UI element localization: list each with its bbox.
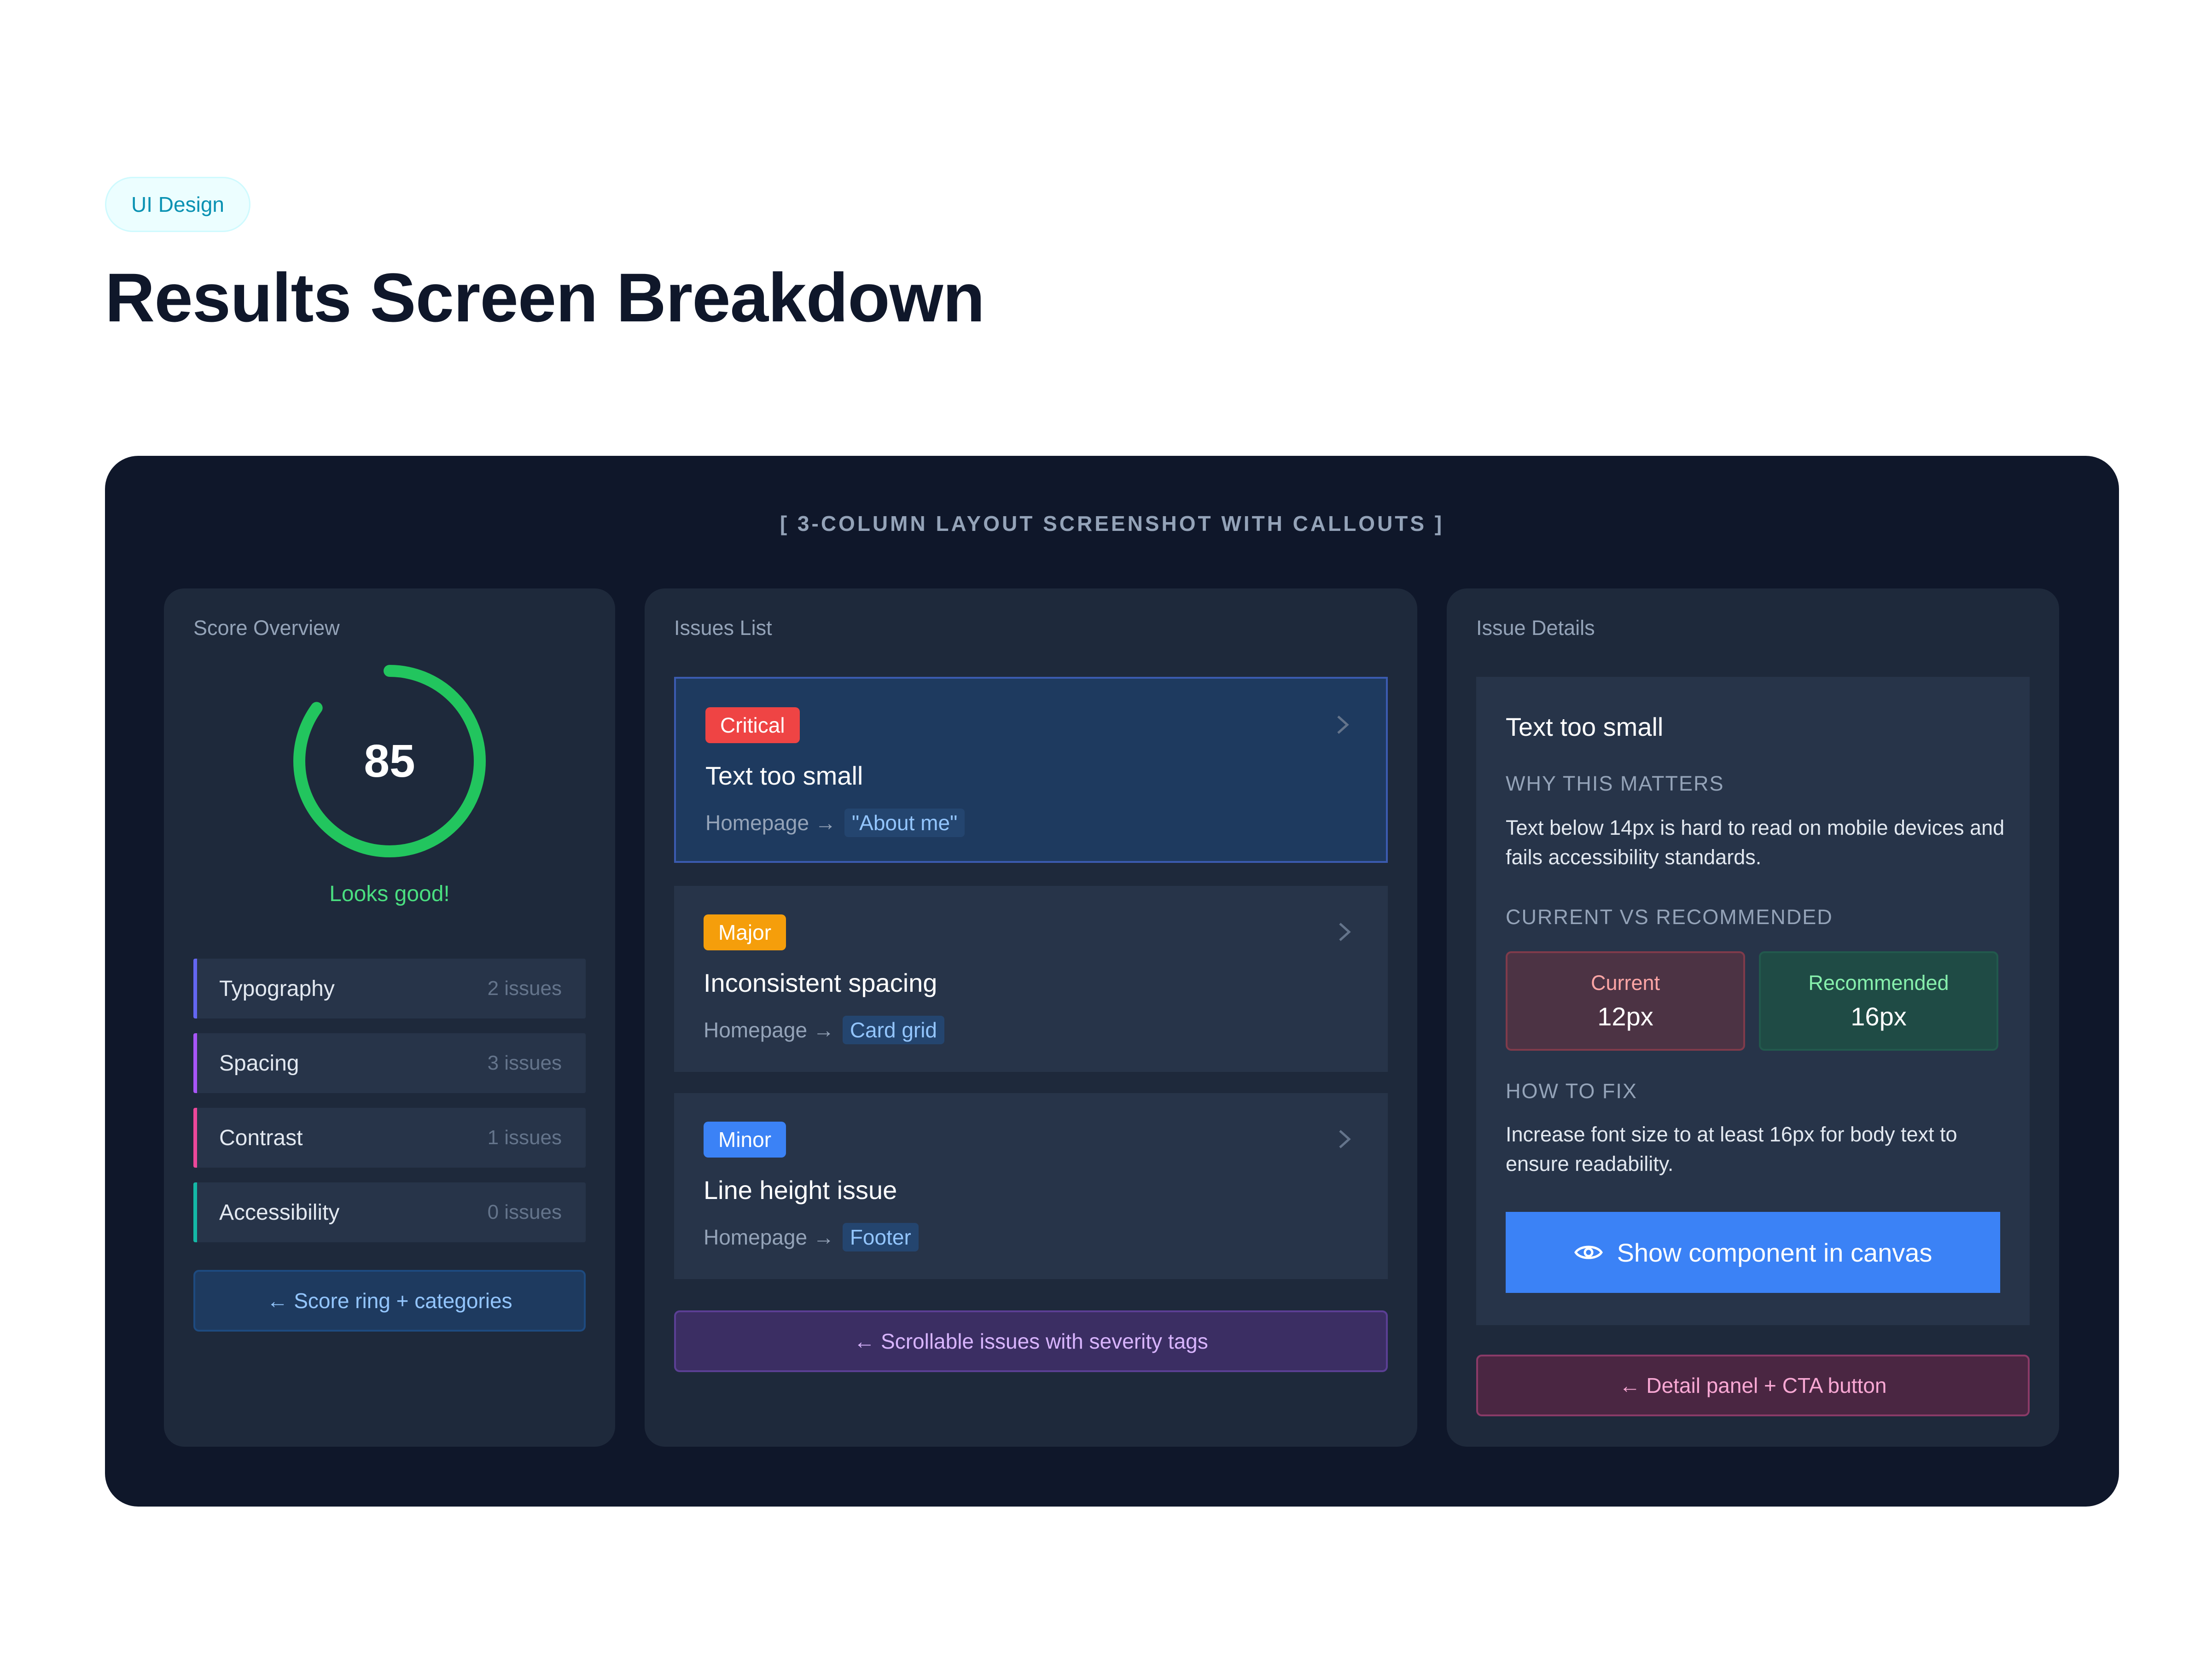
why-text: Text below 14px is hard to read on mobil… bbox=[1506, 816, 2005, 869]
recommended-value-box: Recommended 16px bbox=[1759, 951, 1998, 1051]
category-color-bar bbox=[193, 1033, 197, 1093]
issue-page: Homepage → bbox=[704, 1225, 834, 1249]
category-color-bar bbox=[193, 1182, 197, 1242]
issue-location: Homepage → "About me" bbox=[705, 809, 965, 837]
page-title: Results Screen Breakdown bbox=[105, 259, 985, 336]
current-value-box: Current 12px bbox=[1506, 951, 1745, 1051]
show-component-button[interactable]: Show component in canvas bbox=[1506, 1212, 2000, 1293]
recommended-value: 16px bbox=[1851, 1001, 1907, 1031]
score-status: Looks good! bbox=[329, 882, 450, 906]
compare-heading: CURRENT VS RECOMMENDED bbox=[1506, 905, 1833, 929]
category-count: 0 issues bbox=[487, 1201, 562, 1223]
issue-page: Homepage → bbox=[704, 1018, 834, 1042]
issue-location: Homepage → Card grid bbox=[704, 1016, 945, 1044]
category-tag: UI Design bbox=[105, 177, 250, 232]
severity-badge: Critical bbox=[705, 707, 800, 743]
score-value: 85 bbox=[364, 735, 415, 787]
frame-caption: [ 3-COLUMN LAYOUT SCREENSHOT WITH CALLOU… bbox=[780, 512, 1444, 535]
category-count: 3 issues bbox=[487, 1052, 562, 1074]
category-count: 1 issues bbox=[487, 1126, 562, 1149]
category-name: Spacing bbox=[219, 1051, 299, 1076]
issue-page: Homepage → bbox=[705, 811, 836, 835]
chevron-right-icon bbox=[1337, 716, 1349, 734]
category-row-spacing[interactable]: Spacing 3 issues bbox=[193, 1033, 586, 1093]
chevron-right-icon bbox=[1339, 923, 1351, 941]
issue-title: Text too small bbox=[705, 761, 863, 790]
issue-details-panel: Issue Details Text too small WHY THIS MA… bbox=[1447, 588, 2059, 1447]
detail-card: Text too small WHY THIS MATTERS Text bel… bbox=[1476, 677, 2030, 1325]
fix-text: Increase font size to at least 16px for … bbox=[1506, 1123, 1957, 1176]
issue-title: Line height issue bbox=[704, 1176, 897, 1205]
issue-component-chip: Footer bbox=[842, 1223, 919, 1251]
category-color-bar bbox=[193, 959, 197, 1018]
issue-location: Homepage → Footer bbox=[704, 1223, 919, 1251]
fix-heading: HOW TO FIX bbox=[1506, 1079, 1637, 1103]
panel-title: Score Overview bbox=[193, 616, 340, 640]
category-row-typography[interactable]: Typography 2 issues bbox=[193, 959, 586, 1018]
category-color-bar bbox=[193, 1108, 197, 1168]
issue-item-minor[interactable]: Minor Line height issue Homepage → Foote… bbox=[674, 1093, 1388, 1279]
score-overview-panel: Score Overview 85 Looks good! Typography… bbox=[164, 588, 615, 1447]
category-count: 2 issues bbox=[487, 977, 562, 1000]
screenshot-frame: [ 3-COLUMN LAYOUT SCREENSHOT WITH CALLOU… bbox=[105, 456, 2119, 1507]
current-value: 12px bbox=[1597, 1001, 1653, 1031]
issues-list-panel: Issues List Critical Text too small Home… bbox=[645, 588, 1417, 1447]
panel-title: Issue Details bbox=[1476, 616, 1595, 640]
cta-label: Show component in canvas bbox=[1617, 1238, 1933, 1267]
issues-callout: ← Scrollable issues with severity tags bbox=[674, 1310, 1388, 1372]
issue-item-major[interactable]: Major Inconsistent spacing Homepage → Ca… bbox=[674, 886, 1388, 1072]
chevron-right-icon bbox=[1339, 1130, 1351, 1148]
issue-component-chip: Card grid bbox=[842, 1016, 945, 1044]
category-name: Typography bbox=[219, 976, 335, 1001]
category-row-contrast[interactable]: Contrast 1 issues bbox=[193, 1108, 586, 1168]
details-callout: ← Detail panel + CTA button bbox=[1476, 1355, 2030, 1416]
current-label: Current bbox=[1590, 971, 1660, 995]
score-callout: ← Score ring + categories bbox=[193, 1270, 586, 1332]
issue-item-critical[interactable]: Critical Text too small Homepage → "Abou… bbox=[674, 677, 1388, 863]
category-row-accessibility[interactable]: Accessibility 0 issues bbox=[193, 1182, 586, 1242]
recommended-label: Recommended bbox=[1808, 971, 1949, 995]
category-name: Contrast bbox=[219, 1125, 303, 1150]
eye-icon bbox=[1574, 1245, 1603, 1259]
severity-badge: Minor bbox=[704, 1122, 786, 1158]
issue-title: Inconsistent spacing bbox=[704, 968, 937, 997]
why-heading: WHY THIS MATTERS bbox=[1506, 772, 1724, 795]
issue-component-chip: "About me" bbox=[844, 809, 965, 837]
severity-badge: Major bbox=[704, 914, 786, 950]
detail-issue-title: Text too small bbox=[1506, 712, 1664, 741]
category-name: Accessibility bbox=[219, 1200, 340, 1225]
panel-title: Issues List bbox=[674, 616, 772, 640]
